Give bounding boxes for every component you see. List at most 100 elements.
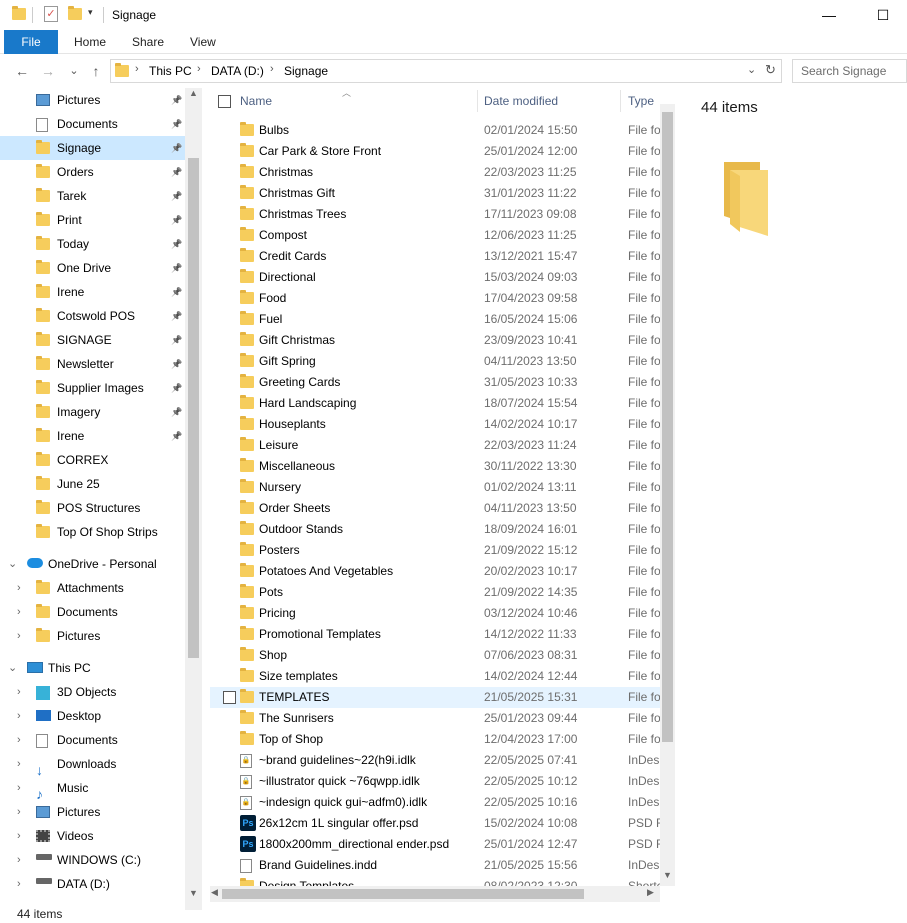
nav-item-onedrive[interactable]: ⌄ OneDrive - Personal: [0, 552, 185, 576]
file-row[interactable]: Fuel 16/05/2024 15:06 File folder: [210, 309, 660, 330]
nav-item-desktop[interactable]: › Desktop: [0, 704, 185, 728]
expand-chevron-icon[interactable]: ›: [17, 728, 21, 752]
nav-item-windows-c[interactable]: › WINDOWS (C:): [0, 848, 185, 872]
nav-item-correx[interactable]: CORREX: [0, 448, 185, 472]
nav-scrollbar[interactable]: ▲ ▼: [185, 88, 202, 910]
scroll-down-arrow[interactable]: ▼: [189, 888, 198, 898]
file-row[interactable]: Houseplants 14/02/2024 10:17 File folder: [210, 414, 660, 435]
nav-item-orders[interactable]: Orders 📌: [0, 160, 185, 184]
file-row[interactable]: Promotional Templates 14/12/2022 11:33 Fil…: [210, 624, 660, 645]
nav-item-documents[interactable]: › Documents: [0, 728, 185, 752]
file-row[interactable]: Pots 21/09/2022 14:35 File folder: [210, 582, 660, 603]
file-row[interactable]: Car Park & Store Front 25/01/2024 12:00 Fi…: [210, 141, 660, 162]
file-row[interactable]: Ps 26x12cm 1L singular offer.psd 15/02/202…: [210, 813, 660, 834]
collapse-chevron-icon[interactable]: ⌄: [8, 656, 17, 680]
file-list-scrollbar[interactable]: ▼: [660, 104, 675, 886]
nav-item-tarek[interactable]: Tarek 📌: [0, 184, 185, 208]
nav-item-downloads[interactable]: › ↓ Downloads: [0, 752, 185, 778]
properties-icon[interactable]: ✓: [44, 6, 58, 22]
file-list-horizontal-scrollbar[interactable]: ◀ ▶: [210, 886, 660, 902]
recent-locations-button[interactable]: ⌄: [63, 61, 85, 81]
file-row[interactable]: Christmas 22/03/2023 11:25 File folder: [210, 162, 660, 183]
breadcrumb-data-drive[interactable]: DATA (D:): [211, 64, 264, 78]
file-row[interactable]: Bulbs 02/01/2024 15:50 File folder: [210, 120, 660, 141]
file-row[interactable]: Potatoes And Vegetables 20/02/2023 10:17 F…: [210, 561, 660, 582]
collapse-chevron-icon[interactable]: ⌄: [8, 552, 17, 576]
nav-item-irene[interactable]: Irene 📌: [0, 280, 185, 304]
nav-item-signage[interactable]: SIGNAGE 📌: [0, 328, 185, 352]
column-divider[interactable]: [620, 90, 621, 112]
expand-chevron-icon[interactable]: ›: [17, 704, 21, 728]
nav-item-this-pc[interactable]: ⌄ This PC: [0, 656, 185, 680]
expand-chevron-icon[interactable]: ›: [17, 848, 21, 872]
file-row[interactable]: Pricing 03/12/2024 10:46 File folder: [210, 603, 660, 624]
nav-item-newsletter[interactable]: Newsletter 📌: [0, 352, 185, 376]
file-row[interactable]: Gift Christmas 23/09/2023 10:41 File folde…: [210, 330, 660, 351]
address-bar[interactable]: › This PC › DATA (D:) › Signage ⌄ ↻: [110, 59, 782, 83]
file-row[interactable]: Credit Cards 13/12/2021 15:47 File folder: [210, 246, 660, 267]
file-row[interactable]: Greeting Cards 31/05/2023 10:33 File folde…: [210, 372, 660, 393]
expand-chevron-icon[interactable]: ›: [17, 624, 21, 648]
forward-button[interactable]: →: [37, 61, 59, 81]
tab-file[interactable]: File: [4, 30, 58, 54]
nav-item-onedrive-documents[interactable]: › Documents: [0, 600, 185, 624]
file-row[interactable]: Food 17/04/2023 09:58 File folder: [210, 288, 660, 309]
expand-chevron-icon[interactable]: ›: [17, 800, 21, 824]
nav-item-today[interactable]: Today 📌: [0, 232, 185, 256]
file-row[interactable]: Gift Spring 04/11/2023 13:50 File folder: [210, 351, 660, 372]
file-row[interactable]: Ps 1800x200mm_directional ender.psd 25/01/…: [210, 834, 660, 855]
tab-view[interactable]: View: [176, 30, 230, 54]
file-row[interactable]: Christmas Gift 31/01/2023 11:22 File folde…: [210, 183, 660, 204]
nav-item-print[interactable]: Print 📌: [0, 208, 185, 232]
nav-item-signage[interactable]: Signage 📌: [0, 136, 185, 160]
horizontal-scroll-thumb[interactable]: [222, 889, 584, 899]
tab-home[interactable]: Home: [60, 30, 120, 54]
file-row[interactable]: The Sunrisers 25/01/2023 09:44 File folder: [210, 708, 660, 729]
file-row[interactable]: Shop 07/06/2023 08:31 File folder: [210, 645, 660, 666]
minimize-button[interactable]: —: [806, 2, 852, 28]
address-dropdown-button[interactable]: ⌄: [747, 63, 756, 76]
file-row[interactable]: Hard Landscaping 18/07/2024 15:54 File fol…: [210, 393, 660, 414]
expand-chevron-icon[interactable]: ›: [17, 824, 21, 848]
scroll-up-arrow[interactable]: ▲: [189, 88, 198, 98]
expand-chevron-icon[interactable]: ›: [17, 752, 21, 776]
nav-item-june-25[interactable]: June 25: [0, 472, 185, 496]
nav-item-music[interactable]: › ♪ Music: [0, 776, 185, 802]
file-row[interactable]: TEMPLATES 21/05/2025 15:31 File folder: [210, 687, 660, 708]
nav-item-one-drive[interactable]: One Drive 📌: [0, 256, 185, 280]
nav-item-3d-objects[interactable]: › 3D Objects: [0, 680, 185, 704]
nav-scroll-thumb[interactable]: [188, 158, 199, 658]
maximize-button[interactable]: ☐: [860, 2, 906, 28]
nav-item-onedrive-pictures[interactable]: › Pictures: [0, 624, 185, 648]
file-row[interactable]: 🔒 ~indesign quick gui~adfm0).idlk 22/05/20…: [210, 792, 660, 813]
column-divider[interactable]: [477, 90, 478, 112]
file-row[interactable]: 🔒 ~brand guidelines~22(h9i.idlk 22/05/2025…: [210, 750, 660, 771]
nav-item-pictures[interactable]: Pictures 📌: [0, 88, 185, 112]
nav-item-videos[interactable]: › Videos: [0, 824, 185, 848]
nav-item-onedrive-attachments[interactable]: › Attachments: [0, 576, 185, 600]
nav-item-data-d[interactable]: › DATA (D:): [0, 872, 185, 896]
file-row[interactable]: Brand Guidelines.indd 21/05/2025 15:56 InD…: [210, 855, 660, 876]
back-button[interactable]: ←: [11, 61, 33, 81]
nav-item-documents[interactable]: Documents 📌: [0, 112, 185, 136]
expand-chevron-icon[interactable]: ›: [17, 872, 21, 896]
scroll-left-arrow[interactable]: ◀: [211, 887, 218, 898]
scroll-right-arrow[interactable]: ▶: [647, 887, 654, 898]
tab-share[interactable]: Share: [118, 30, 178, 54]
file-row[interactable]: Directional 15/03/2024 09:03 File folder: [210, 267, 660, 288]
column-type[interactable]: Type: [628, 94, 654, 108]
row-checkbox[interactable]: [223, 691, 236, 704]
file-row[interactable]: Posters 21/09/2022 15:12 File folder: [210, 540, 660, 561]
file-row[interactable]: Miscellaneous 30/11/2022 13:30 File folder: [210, 456, 660, 477]
expand-chevron-icon[interactable]: ›: [17, 776, 21, 800]
column-name[interactable]: Name: [240, 94, 272, 108]
nav-item-irene[interactable]: Irene 📌: [0, 424, 185, 448]
nav-item-imagery[interactable]: Imagery 📌: [0, 400, 185, 424]
nav-item-cotswold-pos[interactable]: Cotswold POS 📌: [0, 304, 185, 328]
nav-item-supplier-images[interactable]: Supplier Images 📌: [0, 376, 185, 400]
nav-item-top-of-shop-strips[interactable]: Top Of Shop Strips: [0, 520, 185, 544]
scroll-down-arrow[interactable]: ▼: [663, 870, 672, 880]
file-row[interactable]: Compost 12/06/2023 11:25 File folder: [210, 225, 660, 246]
file-row[interactable]: Size templates 14/02/2024 12:44 File folde…: [210, 666, 660, 687]
up-button[interactable]: ↑: [85, 61, 107, 81]
